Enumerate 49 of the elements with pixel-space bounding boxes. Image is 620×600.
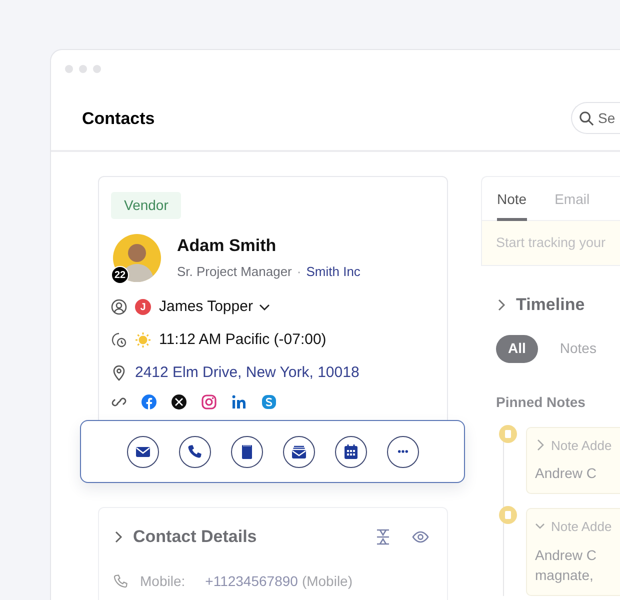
company-link[interactable]: Smith Inc — [306, 262, 360, 282]
vendor-tag: Vendor — [111, 192, 182, 219]
note-body: Andrew C — [535, 464, 598, 483]
owner-avatar: J — [135, 299, 151, 315]
user-icon — [111, 299, 127, 315]
mail-merge-button[interactable] — [282, 436, 314, 468]
collapse-icon[interactable] — [376, 528, 390, 545]
eye-icon[interactable] — [412, 530, 429, 543]
ellipsis-icon — [398, 450, 408, 453]
contact-name: Adam Smith — [177, 234, 278, 257]
clock-icon — [111, 332, 127, 348]
separator: · — [296, 262, 302, 281]
owner-dropdown[interactable]: James Topper — [159, 296, 270, 318]
chevron-right-icon[interactable] — [496, 298, 506, 311]
field-value: +11234567890 — [205, 572, 298, 590]
field-note: (Mobile) — [302, 572, 353, 591]
avatar-badge: 22 — [111, 266, 129, 284]
local-time: 11:12 AM Pacific (-07:00) — [159, 330, 326, 350]
note-icon — [498, 424, 518, 444]
calendar-button[interactable] — [334, 436, 366, 468]
skype-icon[interactable] — [261, 394, 277, 410]
instagram-icon[interactable] — [201, 394, 217, 410]
address-link[interactable]: 2412 Elm Drive, New York, 10018 — [135, 362, 360, 384]
job-title: Sr. Project Manager — [177, 262, 292, 281]
section-title: Contact Details — [133, 526, 257, 548]
filter-pill[interactable]: All — [496, 334, 538, 362]
chevron-down-icon — [258, 304, 270, 310]
call-button[interactable] — [178, 436, 210, 468]
note-title: Note Adde — [551, 436, 612, 454]
avatar — [113, 234, 161, 282]
facebook-icon[interactable] — [141, 394, 157, 410]
note-body: Andrew C magnate, — [535, 546, 598, 584]
section-title: Timeline — [516, 294, 585, 316]
linkedin-icon[interactable] — [231, 394, 247, 410]
email-button[interactable] — [126, 436, 158, 468]
page-title: Contacts — [82, 108, 155, 130]
note-button[interactable] — [230, 436, 262, 468]
phone-icon — [113, 574, 128, 588]
x-logo-icon[interactable] — [171, 394, 187, 410]
field-label: Mobile: — [140, 572, 186, 590]
search-field[interactable]: Se — [571, 102, 620, 134]
note-icon — [498, 505, 518, 525]
search-icon — [579, 111, 594, 126]
more-button[interactable] — [386, 436, 418, 468]
chevron-right-icon[interactable] — [113, 530, 123, 543]
location-pin-icon — [111, 365, 127, 381]
section-heading: Pinned Notes — [495, 392, 586, 412]
note-title: Note Adde — [551, 518, 612, 536]
sun-icon — [135, 332, 151, 348]
